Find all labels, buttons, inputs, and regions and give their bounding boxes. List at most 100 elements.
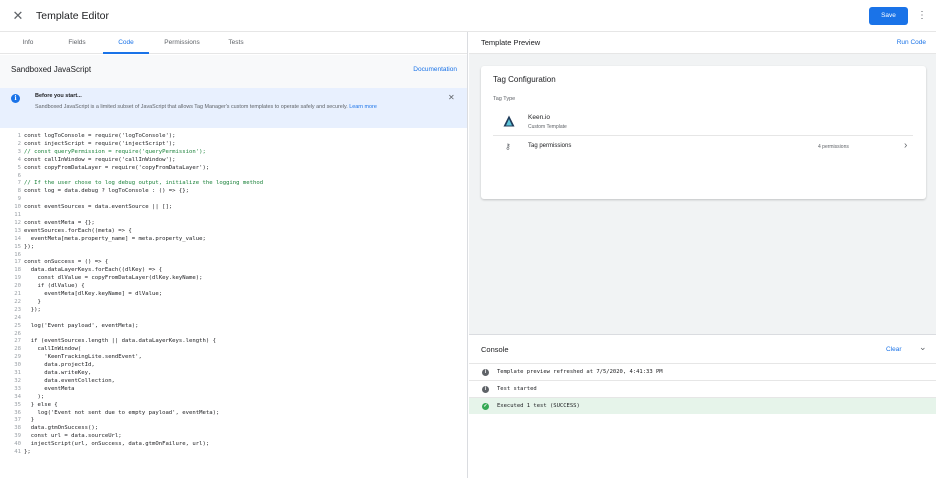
code-line: 11	[0, 211, 467, 219]
code-text: log('Event not sent due to empty payload…	[24, 409, 220, 416]
tag-permissions-row[interactable]: ⚷ Tag permissions 4 permissions ›	[493, 137, 913, 157]
line-number: 22	[14, 298, 21, 305]
code-line: 25 log('Event payload', eventMeta);	[0, 322, 467, 330]
line-number: 35	[14, 401, 21, 408]
code-line: 8 const log = data.debug ? logToConsole :…	[0, 187, 467, 195]
code-line: 6	[0, 172, 467, 180]
key-icon: ⚷	[505, 142, 511, 151]
code-text: log('Event payload', eventMeta);	[24, 322, 139, 329]
code-line: 30 data.projectId,	[0, 361, 467, 369]
editor-panel: Info Fields Code Permissions Tests Sandb…	[0, 32, 468, 478]
preview-panel: Template Preview Run Code Tag Configurat…	[469, 32, 936, 478]
line-number: 16	[14, 251, 21, 258]
line-number: 2	[17, 140, 21, 147]
tag-type-row[interactable]: Keen.io Custom Template	[493, 108, 913, 136]
console-panel: Console Clear ⌄ i Template preview refre…	[469, 334, 936, 478]
clear-button[interactable]: Clear	[886, 346, 902, 353]
code-text: const url = data.sourceUrl;	[24, 433, 122, 440]
chevron-right-icon: ›	[904, 140, 908, 151]
code-text: // If the user chose to log debug output…	[24, 180, 264, 187]
code-text: } else {	[24, 401, 58, 408]
code-line: 36 log('Event not sent due to empty payl…	[0, 409, 467, 417]
console-log-row: i Test started	[469, 380, 936, 397]
code-line: 2 const injectScript = require('injectScr…	[0, 140, 467, 148]
line-number: 7	[17, 180, 21, 187]
code-line: 12 const eventMeta = {};	[0, 219, 467, 227]
tag-configuration-card: Tag Configuration Tag Type Keen.io Custo…	[481, 66, 926, 199]
code-line: 28 callInWindow(	[0, 345, 467, 353]
info-icon: i	[482, 369, 489, 376]
code-text: const eventSources = data.eventSource ||…	[24, 204, 173, 211]
line-number: 8	[17, 188, 21, 195]
learn-more-link[interactable]: Learn more	[349, 104, 377, 110]
line-number: 27	[14, 338, 21, 345]
chevron-down-icon[interactable]: ⌄	[919, 342, 927, 353]
code-editor[interactable]: 1 const logToConsole = require('logToCons…	[0, 132, 467, 478]
code-line: 26	[0, 330, 467, 338]
permissions-count: 4 permissions	[818, 144, 849, 150]
top-bar: ✕ Template Editor Save ⋮	[0, 0, 936, 32]
line-number: 38	[14, 425, 21, 432]
line-number: 19	[14, 275, 21, 282]
code-text: const onSuccess = () => {	[24, 259, 109, 266]
line-number: 13	[14, 227, 21, 234]
code-text: }	[24, 417, 35, 424]
documentation-link[interactable]: Documentation	[413, 66, 457, 73]
line-number: 5	[17, 164, 21, 171]
code-line: 41};	[0, 448, 467, 456]
code-line: 17 const onSuccess = () => {	[0, 258, 467, 266]
line-number: 11	[14, 212, 21, 218]
log-text: Template preview refreshed at 7/5/2020, …	[497, 369, 663, 375]
code-line: 4 const callInWindow = require('callInWin…	[0, 156, 467, 164]
line-number: 12	[14, 219, 21, 226]
code-line: 23 });	[0, 306, 467, 314]
line-number: 1	[17, 133, 21, 139]
line-number: 40	[14, 441, 21, 448]
line-number: 34	[14, 393, 21, 400]
line-number: 28	[14, 346, 21, 353]
console-title: Console	[481, 345, 509, 354]
info-icon: i	[482, 386, 489, 393]
tab-code[interactable]: Code	[103, 32, 149, 54]
line-number: 23	[14, 306, 21, 313]
code-text: 'KeenTrackingLite.sendEvent',	[24, 354, 142, 361]
more-vert-icon[interactable]: ⋮	[917, 8, 927, 24]
tab-fields[interactable]: Fields	[56, 32, 98, 54]
code-line: 32 data.eventCollection,	[0, 377, 467, 385]
code-text: const injectScript = require('injectScri…	[24, 140, 176, 147]
code-line: 3// const queryPermission = require('que…	[0, 148, 467, 156]
line-number: 36	[14, 409, 21, 416]
notice-body: Sandboxed JavaScript is a limited subset…	[35, 103, 440, 112]
line-number: 10	[14, 204, 21, 211]
log-text: Executed 1 test (SUCCESS)	[497, 403, 580, 409]
code-line: 15});	[0, 243, 467, 251]
code-text: });	[24, 306, 41, 313]
line-number: 15	[14, 243, 21, 250]
code-line: 13 eventSources.forEach((meta) => {	[0, 227, 467, 235]
line-number: 4	[17, 156, 21, 163]
close-icon[interactable]: ✕	[448, 93, 455, 102]
code-text: data.gtmOnSuccess();	[24, 425, 99, 432]
code-text: callInWindow(	[24, 346, 82, 353]
line-number: 32	[14, 377, 21, 384]
run-code-button[interactable]: Run Code	[897, 39, 926, 46]
line-number: 41	[14, 449, 21, 455]
card-title: Tag Configuration	[493, 75, 556, 84]
code-line: 24	[0, 314, 467, 322]
tab-tests[interactable]: Tests	[217, 32, 255, 54]
code-line: 5 const copyFromDataLayer = require('copy…	[0, 164, 467, 172]
tab-permissions[interactable]: Permissions	[153, 32, 211, 54]
code-text: const logToConsole = require('logToConso…	[24, 133, 176, 139]
code-line: 21 eventMeta[dlKey.keyName] = dlValue;	[0, 290, 467, 298]
code-text: };	[24, 449, 31, 455]
code-line: 10 const eventSources = data.eventSource …	[0, 203, 467, 211]
code-line: 16	[0, 251, 467, 259]
code-line: 22 }	[0, 298, 467, 306]
code-line: 31 data.writeKey,	[0, 369, 467, 377]
code-text: const log = data.debug ? logToConsole : …	[24, 188, 190, 195]
close-icon[interactable]: ✕	[10, 8, 26, 24]
line-number: 25	[14, 322, 21, 329]
tab-info[interactable]: Info	[10, 32, 46, 54]
tab-bar: Info Fields Code Permissions Tests	[0, 32, 467, 54]
save-button[interactable]: Save	[869, 7, 908, 25]
